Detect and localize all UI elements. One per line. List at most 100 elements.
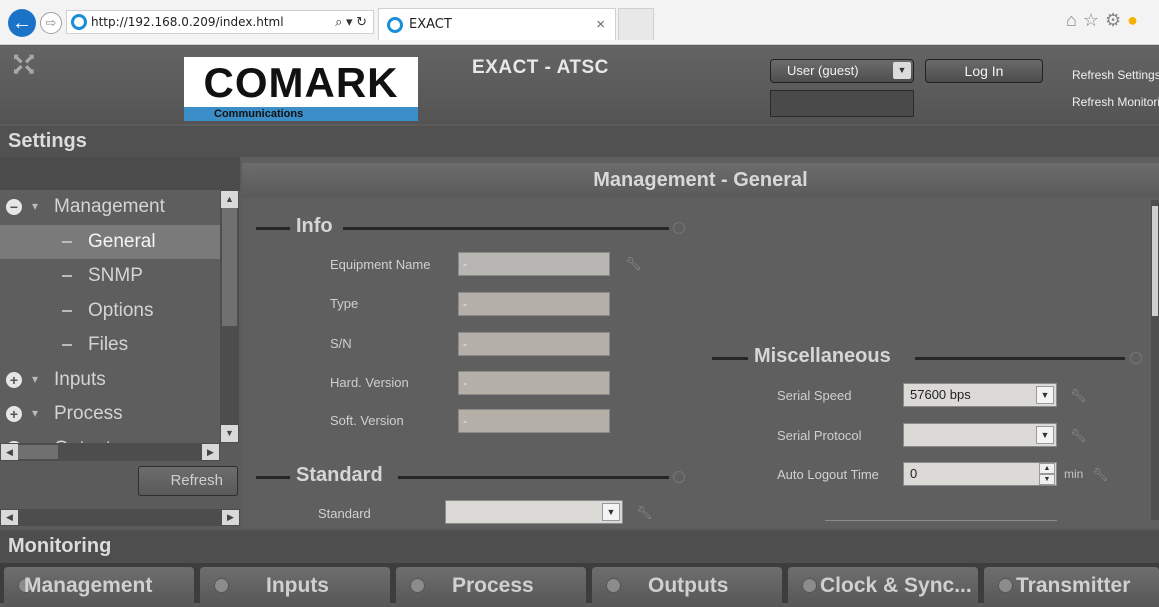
chevron-down-icon[interactable]: ▼ xyxy=(893,62,911,79)
tree-item-snmp[interactable]: SNMP xyxy=(0,259,220,294)
new-tab-button[interactable] xyxy=(618,8,654,40)
serial-protocol-select[interactable]: ▼ xyxy=(903,423,1057,447)
monitoring-tabs: Management Inputs Process Outputs Clock … xyxy=(0,563,1159,607)
collapse-circle-icon[interactable] xyxy=(673,471,685,483)
back-arrow-icon[interactable]: ← xyxy=(8,9,36,37)
logo-subtext: Communications xyxy=(214,108,304,120)
login-button[interactable]: Log In xyxy=(925,59,1043,83)
ie-logo-icon xyxy=(387,17,403,33)
left-horizontal-scrollbar[interactable]: ◀ ▶ xyxy=(0,509,240,526)
tab-clock-sync[interactable]: Clock & Sync... xyxy=(788,567,978,607)
group-line xyxy=(398,476,669,479)
collapse-circle-icon[interactable] xyxy=(673,222,685,234)
scroll-down-icon[interactable]: ▼ xyxy=(221,425,238,442)
tab-process[interactable]: Process xyxy=(396,567,586,607)
field-label: Hard. Version xyxy=(330,375,409,390)
scroll-left-icon[interactable]: ◀ xyxy=(1,510,18,525)
status-led-icon xyxy=(410,578,425,593)
gear-icon[interactable]: ⚙ xyxy=(1105,10,1127,30)
serial-speed-value: 57600 bps xyxy=(910,387,971,402)
collapse-icon[interactable]: − xyxy=(6,199,22,215)
panel-title: Management - General xyxy=(242,163,1159,198)
software-version-field: - xyxy=(458,409,610,433)
expand-icon[interactable]: + xyxy=(6,371,22,388)
address-url: http://192.168.0.209/index.html xyxy=(91,15,284,29)
refresh-button[interactable]: Refresh xyxy=(138,466,238,496)
tab-label: Process xyxy=(452,574,534,597)
equipment-name-field[interactable]: - xyxy=(458,252,610,276)
tree-vertical-scrollbar[interactable]: ▲ ▼ xyxy=(220,190,239,443)
tree-item-label: Process xyxy=(54,403,123,424)
spin-up-icon[interactable]: ▲ xyxy=(1039,463,1055,474)
wrench-icon[interactable]: 🔧︎ xyxy=(625,256,642,272)
refresh-monitoring-link[interactable]: Refresh Monitoring xyxy=(1072,89,1159,116)
serial-speed-select[interactable]: 57600 bps ▼ xyxy=(903,383,1057,407)
settings-section-title: Settings xyxy=(0,126,1159,157)
address-bar[interactable]: http://192.168.0.209/index.html ⌕ ▾ ↻ xyxy=(66,10,374,34)
chevron-down-icon[interactable]: ▼ xyxy=(1036,386,1054,404)
tab-label: Inputs xyxy=(266,574,329,597)
tree-item-outputs[interactable]: + ▾ Outputs xyxy=(0,432,220,444)
logo-brand-text: COMARK xyxy=(203,59,399,106)
tab-close-icon[interactable]: × xyxy=(596,16,605,33)
tree-item-process[interactable]: + ▾ Process xyxy=(0,397,220,432)
tab-inputs[interactable]: Inputs xyxy=(200,567,390,607)
tree-item-options[interactable]: Options xyxy=(0,294,220,329)
tab-title: EXACT xyxy=(409,17,452,32)
panel-vertical-scrollbar[interactable] xyxy=(1151,200,1159,520)
wrench-icon[interactable]: 🔧︎ xyxy=(1070,428,1087,444)
field-label: Soft. Version xyxy=(330,413,404,428)
tab-management[interactable]: Management xyxy=(4,567,194,607)
address-controls[interactable]: ⌕ ▾ ↻ xyxy=(335,11,367,33)
tree-header xyxy=(0,157,240,190)
tree-item-general[interactable]: General xyxy=(0,224,220,259)
expand-icon[interactable]: + xyxy=(6,406,22,422)
auto-logout-value: 0 xyxy=(910,466,918,481)
browser-tab[interactable]: EXACT × xyxy=(378,8,616,40)
collapse-circle-icon[interactable] xyxy=(1130,352,1142,364)
tab-label: Clock & Sync... xyxy=(820,574,972,597)
refresh-settings-link[interactable]: Refresh Settings xyxy=(1072,62,1159,89)
tree-branch-icon xyxy=(62,240,72,243)
field-label: Serial Speed xyxy=(777,388,852,403)
scroll-left-icon[interactable]: ◀ xyxy=(1,444,18,460)
group-line xyxy=(915,357,1125,360)
chevron-down-icon[interactable]: ▼ xyxy=(1036,426,1054,444)
chevron-down-icon[interactable]: ▼ xyxy=(602,503,620,521)
auto-logout-spinner[interactable]: 0 ▲ ▼ xyxy=(903,462,1057,486)
feedback-smiley-icon[interactable]: ● xyxy=(1127,10,1144,30)
forward-arrow-icon[interactable]: ⇨ xyxy=(40,12,62,34)
wrench-icon[interactable]: 🔧︎ xyxy=(1070,388,1087,404)
scroll-right-icon[interactable]: ▶ xyxy=(202,444,219,460)
tab-outputs[interactable]: Outputs xyxy=(592,567,782,607)
fullscreen-icon[interactable]: ⬉⬈ ⬋⬊ xyxy=(12,51,36,76)
standard-select[interactable]: ▼ xyxy=(445,500,623,524)
tab-transmitter[interactable]: Transmitter xyxy=(984,567,1159,607)
scroll-thumb[interactable] xyxy=(1152,206,1158,316)
scroll-right-icon[interactable]: ▶ xyxy=(222,510,239,525)
tree-horizontal-scrollbar[interactable]: ◀ ▶ xyxy=(0,443,220,461)
group-line xyxy=(256,476,290,479)
ie-logo-icon xyxy=(71,14,87,30)
spin-down-icon[interactable]: ▼ xyxy=(1039,474,1055,485)
scroll-thumb[interactable] xyxy=(18,445,58,459)
app-title: EXACT - ATSC xyxy=(472,57,609,78)
serial-number-field: - xyxy=(458,332,610,356)
scroll-thumb[interactable] xyxy=(222,208,237,326)
status-led-icon xyxy=(214,578,229,593)
unit-label: min xyxy=(1064,467,1084,481)
user-select[interactable]: User (guest) ▼ xyxy=(770,59,914,83)
status-led-icon xyxy=(998,578,1013,593)
wrench-icon[interactable]: 🔧︎ xyxy=(1092,467,1109,483)
tree-item-inputs[interactable]: + ▾ Inputs xyxy=(0,363,220,398)
favorites-star-icon[interactable]: ☆ xyxy=(1083,10,1105,30)
tree-item-management[interactable]: − ▾ Management xyxy=(0,190,220,225)
wrench-icon[interactable]: 🔧︎ xyxy=(636,505,653,521)
refresh-links: Refresh Settings Refresh Monitoring xyxy=(1072,62,1159,116)
tree-item-label: Outputs xyxy=(54,432,121,444)
folder-icon: ▾ xyxy=(32,406,39,420)
scroll-up-icon[interactable]: ▲ xyxy=(221,191,238,208)
password-field[interactable] xyxy=(770,90,914,117)
tree-item-files[interactable]: Files xyxy=(0,328,220,363)
home-icon[interactable]: ⌂ xyxy=(1066,10,1083,30)
